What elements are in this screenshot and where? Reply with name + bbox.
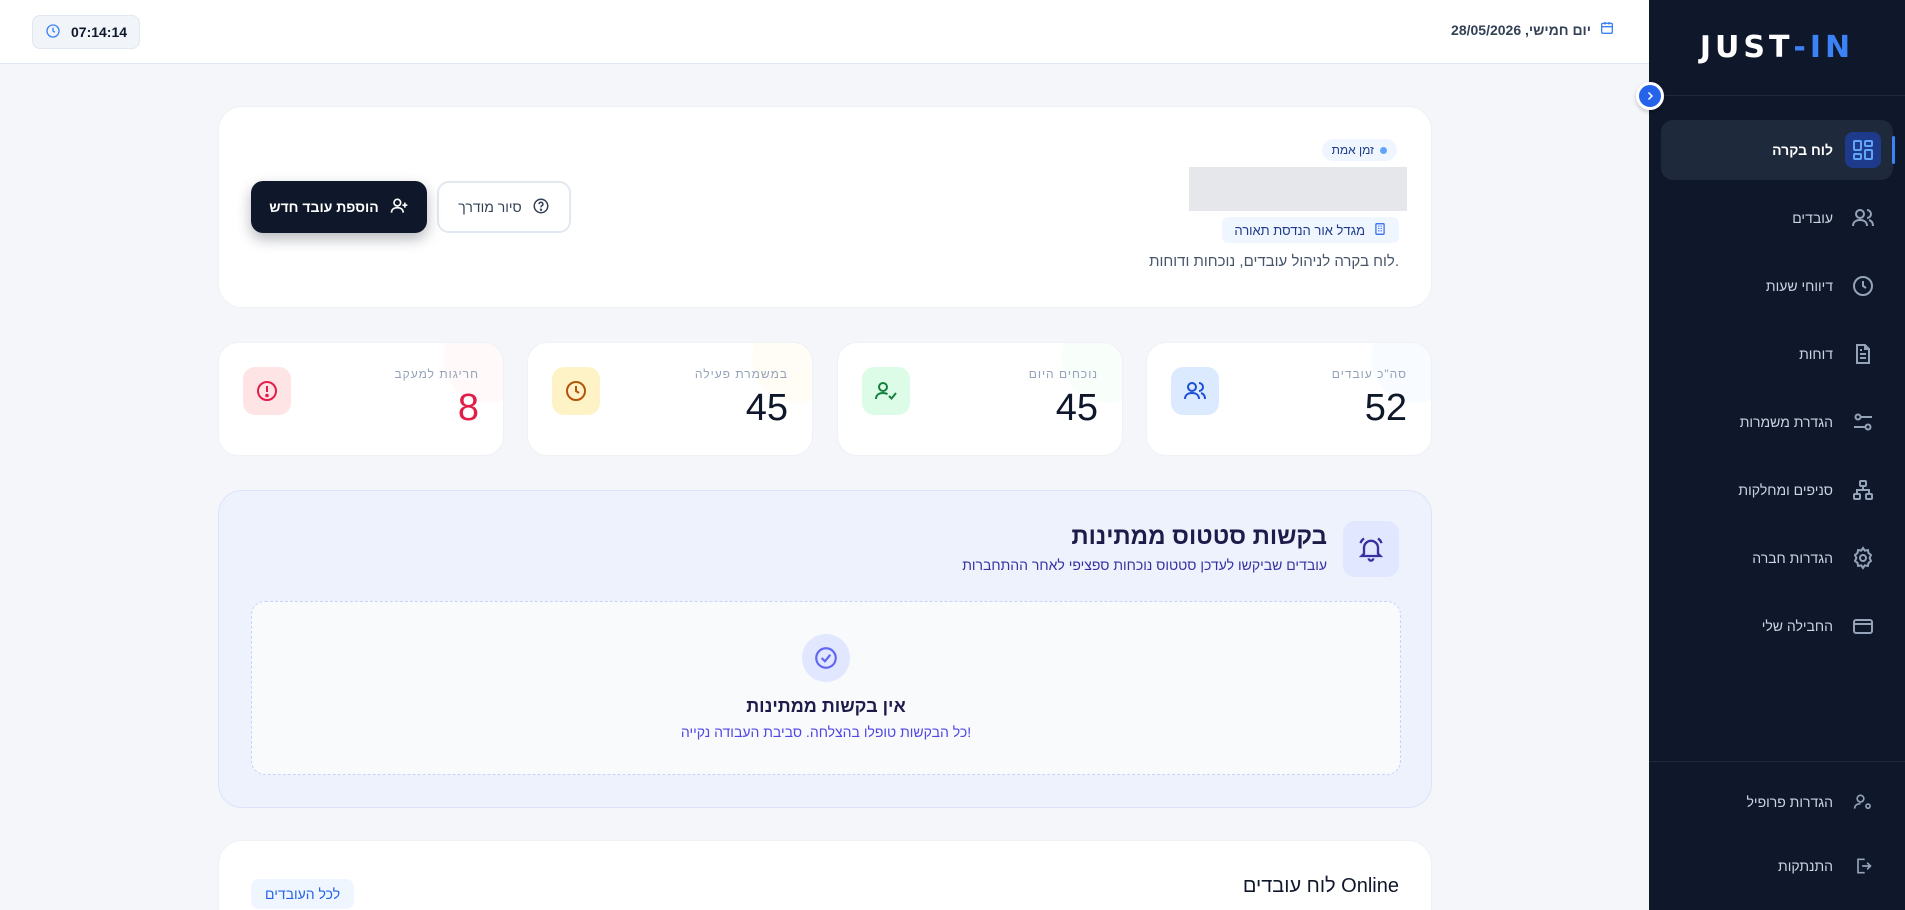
- user-settings-icon: [1845, 784, 1881, 820]
- top-bar: 07:14:14 יום חמישי, 28/05/2026: [0, 0, 1649, 64]
- requests-empty-state: אין בקשות ממתינות כל הבקשות טופלו בהצלחה…: [251, 601, 1401, 775]
- sidebar-item-shift-settings[interactable]: הגדרת משמרות: [1661, 392, 1893, 452]
- sidebar-item-label: התנתקות: [1778, 858, 1833, 874]
- stat-card-total-employees: סה"כ עובדים 52: [1146, 342, 1432, 456]
- dashboard-grid-icon: [1845, 132, 1881, 168]
- sidebar-collapse-button[interactable]: [1636, 82, 1664, 110]
- clock-icon: [45, 23, 61, 42]
- bell-icon: [1343, 521, 1399, 577]
- online-employees-board: לוח עובדים Online לכל העובדים: [218, 840, 1432, 910]
- live-dot-icon: [1380, 146, 1387, 154]
- sidebar-footer: הגדרות פרופיל התנתקות: [1649, 761, 1905, 910]
- add-employee-button[interactable]: הוספת עובד חדש: [251, 181, 427, 233]
- alert-icon: [243, 367, 291, 415]
- empty-state-subtitle: כל הבקשות טופלו בהצלחה. סביבת העבודה נקי…: [680, 724, 972, 740]
- online-board-title: לוח עובדים Online: [1242, 875, 1399, 897]
- sidebar-item-label: הגדרות פרופיל: [1746, 794, 1833, 810]
- stat-card-exceptions: חריגות למעקב 8: [218, 342, 504, 456]
- sidebar-item-branches[interactable]: סניפים ומחלקות: [1661, 460, 1893, 520]
- chevron-right-icon: [1644, 87, 1656, 106]
- credit-card-icon: [1845, 608, 1881, 644]
- sliders-icon: [1845, 404, 1881, 440]
- requests-title: בקשות סטטוס ממתינות: [1071, 523, 1327, 550]
- add-employee-label: הוספת עובד חדש: [269, 199, 379, 215]
- building-icon: [1373, 222, 1387, 239]
- sidebar-item-my-package[interactable]: החבילה שלי: [1661, 596, 1893, 656]
- current-date: יום חמישי, 28/05/2026: [1451, 20, 1615, 39]
- clock-icon: [552, 367, 600, 415]
- dashboard-header-card: זמן אמת מגדל אור הנדסת תאורה לוח בקרה לנ…: [218, 106, 1432, 308]
- logo-main-text: JUST: [1699, 30, 1794, 65]
- org-chart-icon: [1845, 472, 1881, 508]
- all-employees-button[interactable]: לכל העובדים: [251, 879, 355, 909]
- sidebar-item-employees[interactable]: עובדים: [1661, 188, 1893, 248]
- sidebar-item-label: הגדרת משמרות: [1739, 414, 1833, 430]
- sidebar-item-label: דיווחי שעות: [1765, 278, 1833, 294]
- pending-requests-panel: בקשות סטטוס ממתינות עובדים שביקשו לעדכן …: [218, 490, 1432, 808]
- live-clock: 07:14:14: [32, 15, 141, 49]
- gear-icon: [1845, 540, 1881, 576]
- clock-time: 07:14:14: [71, 24, 128, 40]
- sidebar-item-label: הגדרות חברה: [1752, 550, 1833, 566]
- page-title-placeholder: [1189, 167, 1407, 211]
- user-plus-icon: [389, 196, 409, 219]
- logo-separator: -: [1793, 30, 1810, 65]
- stat-value: 8: [457, 387, 479, 429]
- logo-accent-text: IN: [1809, 30, 1855, 65]
- sidebar-item-label: דוחות: [1799, 346, 1833, 362]
- sidebar-item-label: עובדים: [1792, 210, 1833, 226]
- stat-label: במשמרת פעילה: [694, 367, 788, 381]
- sidebar-item-reports[interactable]: דוחות: [1661, 324, 1893, 384]
- brand-logo[interactable]: JUST - IN: [1649, 0, 1905, 96]
- sidebar-nav: לוח בקרה עובדים דיווחי שעות דוחות הגדרת …: [1661, 120, 1895, 664]
- realtime-badge-label: זמן אמת: [1331, 143, 1374, 157]
- company-name: מגדל אור הנדסת תאורה: [1234, 222, 1365, 238]
- users-icon: [1845, 200, 1881, 236]
- guided-tour-label: סיור מודרך: [458, 199, 522, 215]
- stat-label: סה"כ עובדים: [1331, 367, 1407, 381]
- users-icon: [1171, 367, 1219, 415]
- stat-label: חריגות למעקב: [394, 367, 479, 381]
- page-subtitle: לוח בקרה לניהול עובדים, נוכחות ודוחות.: [1149, 253, 1399, 270]
- user-check-icon: [862, 367, 910, 415]
- company-badge: מגדל אור הנדסת תאורה: [1222, 217, 1399, 243]
- stat-value: 45: [1055, 387, 1098, 429]
- stat-label: נוכחים היום: [1028, 367, 1098, 381]
- empty-state-title: אין בקשות ממתינות: [746, 696, 906, 716]
- date-text: יום חמישי, 28/05/2026: [1451, 21, 1591, 38]
- calendar-icon: [1599, 20, 1615, 39]
- help-circle-icon: [532, 197, 550, 218]
- sidebar-item-label: לוח בקרה: [1772, 142, 1833, 158]
- sidebar-item-dashboard[interactable]: לוח בקרה: [1661, 120, 1895, 180]
- stat-value: 45: [745, 387, 788, 429]
- sidebar-item-company-settings[interactable]: הגדרות חברה: [1661, 528, 1893, 588]
- stat-card-active-shift: במשמרת פעילה 45: [527, 342, 813, 456]
- sidebar-item-label: סניפים ומחלקות: [1738, 482, 1833, 498]
- sidebar-item-timesheets[interactable]: דיווחי שעות: [1661, 256, 1893, 316]
- sidebar-item-profile-settings[interactable]: הגדרות פרופיל: [1661, 774, 1893, 830]
- sidebar-item-label: החבילה שלי: [1761, 618, 1833, 634]
- stat-value: 52: [1364, 387, 1407, 429]
- logout-icon: [1845, 848, 1881, 884]
- sidebar-item-logout[interactable]: התנתקות: [1661, 838, 1893, 894]
- realtime-badge: זמן אמת: [1321, 139, 1397, 161]
- document-icon: [1845, 336, 1881, 372]
- stat-card-present-today: נוכחים היום 45: [837, 342, 1123, 456]
- clock-icon: [1845, 268, 1881, 304]
- check-circle-icon: [802, 634, 850, 682]
- guided-tour-button[interactable]: סיור מודרך: [437, 181, 571, 233]
- requests-subtitle: עובדים שביקשו לעדכן סטטוס נוכחות ספציפי …: [962, 557, 1327, 573]
- sidebar: JUST - IN לוח בקרה עובדים דיווחי שעות דוחו…: [1649, 0, 1905, 910]
